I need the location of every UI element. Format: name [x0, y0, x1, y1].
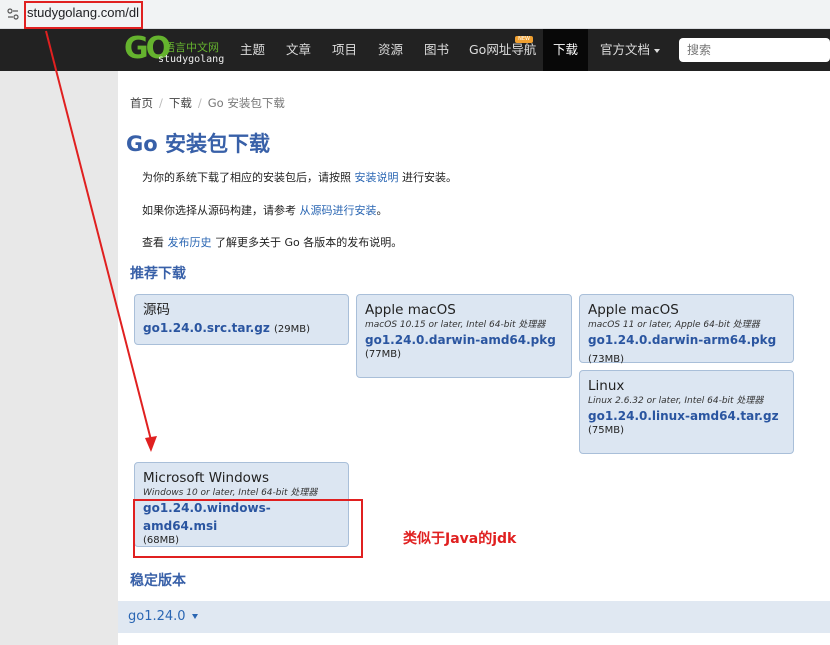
card-filename[interactable]: go1.24.0.darwin-arm64.pkg [588, 333, 776, 347]
release-history-paragraph: 查看 发布历史 了解更多关于 Go 各版本的发布说明。 [142, 234, 402, 250]
nav-item-download[interactable]: 下载 [543, 29, 589, 71]
nav-item-projects[interactable]: 项目 [332, 29, 357, 71]
download-card-mac-arm[interactable]: Apple macOS macOS 11 or later, Apple 64-… [579, 294, 794, 365]
card-filename[interactable]: go1.24.0.src.tar.gz [143, 321, 270, 335]
source-install-link[interactable]: 从源码进行安装 [300, 204, 377, 217]
card-title: Linux [588, 378, 625, 394]
nav-item-official-docs-label: 官方文档 [600, 42, 651, 57]
site-settings-icon[interactable] [6, 7, 20, 21]
breadcrumb-home[interactable]: 首页 [130, 96, 153, 110]
version-toggle[interactable]: go1.24.0 [128, 609, 198, 624]
breadcrumb-separator: / [159, 96, 163, 110]
card-subtitle: macOS 10.15 or later, Intel 64-bit 处理器 [365, 320, 546, 330]
card-subtitle: Windows 10 or later, Intel 64-bit 处理器 [143, 488, 318, 498]
p1-text-end: 进行安装。 [398, 171, 457, 184]
annotation-note: 类似于Java的jdk [403, 531, 517, 547]
page-title: Go 安装包下载 [126, 132, 270, 156]
p3-text-end: 了解更多关于 Go 各版本的发布说明。 [211, 236, 403, 249]
download-link-source[interactable]: go1.24.0.src.tar.gz (29MB) [143, 319, 340, 339]
card-filename[interactable]: go1.24.0.linux-amd64.tar.gz [588, 407, 785, 425]
p1-text: 为你的系统下载了相应的安装包后，请按照 [142, 171, 355, 184]
nav-item-books[interactable]: 图书 [424, 29, 449, 71]
card-title: Apple macOS [365, 302, 456, 318]
download-card-source[interactable]: 源码 go1.24.0.src.tar.gz (29MB) [134, 294, 349, 345]
card-subtitle: Linux 2.6.32 or later, Intel 64-bit 处理器 [588, 396, 764, 406]
card-subtitle: macOS 11 or later, Apple 64-bit 处理器 [588, 320, 760, 330]
breadcrumb-separator: / [197, 96, 202, 110]
card-title: Apple macOS [588, 302, 679, 318]
install-guide-link[interactable]: 安装说明 [355, 171, 399, 184]
breadcrumb-download[interactable]: 下载 [169, 96, 192, 110]
logo-chinese-text: 语言中文网 [164, 41, 219, 54]
nav-item-articles[interactable]: 文章 [286, 29, 311, 71]
p2-text: 如果你选择从源码构建，请参考 [142, 204, 300, 217]
chevron-down-icon [654, 48, 661, 53]
breadcrumb-current: Go 安装包下载 [207, 96, 285, 110]
nav-item-topics[interactable]: 主题 [240, 29, 265, 71]
download-card-linux[interactable]: Linux Linux 2.6.32 or later, Intel 64-bi… [579, 370, 794, 454]
left-gutter [0, 71, 118, 645]
logo-english-text: studygolang [158, 54, 225, 65]
windows-highlight-box [133, 499, 363, 558]
download-link-mac-arm[interactable]: go1.24.0.darwin-arm64.pkg (73MB) [588, 331, 785, 369]
site-logo[interactable]: GO 语言中文网 studygolang [124, 31, 254, 67]
version-label: go1.24.0 [128, 609, 186, 624]
card-size: (77MB) [365, 349, 402, 360]
url-highlight-box [24, 1, 143, 29]
p3-text: 查看 [142, 236, 168, 249]
new-badge: NEW [515, 36, 533, 43]
install-instructions-paragraph: 为你的系统下载了相应的安装包后，请按照 安装说明 进行安装。 [142, 169, 457, 185]
nav-item-resources[interactable]: 资源 [378, 29, 403, 71]
download-card-mac-intel[interactable]: Apple macOS macOS 10.15 or later, Intel … [356, 294, 572, 378]
nav-item-official-docs[interactable]: 官方文档 [600, 29, 661, 71]
caret-down-icon [191, 614, 198, 619]
version-selector[interactable]: go1.24.0 [118, 601, 830, 633]
card-size: (73MB) [588, 354, 625, 365]
card-size: (75MB) [588, 425, 625, 436]
card-filename[interactable]: go1.24.0.darwin-amd64.pkg [365, 331, 563, 349]
card-size: (29MB) [274, 324, 311, 335]
card-title: Microsoft Windows [143, 470, 269, 486]
breadcrumb: 首页 / 下载 / Go 安装包下载 [130, 95, 285, 111]
release-history-link[interactable]: 发布历史 [168, 236, 212, 249]
search-input[interactable] [679, 38, 830, 62]
p2-text-end: 。 [376, 204, 388, 217]
source-build-paragraph: 如果你选择从源码构建，请参考 从源码进行安装。 [142, 202, 388, 218]
recommended-section-title: 推荐下载 [130, 266, 186, 282]
card-title: 源码 [143, 302, 170, 318]
stable-section-title: 稳定版本 [130, 573, 186, 589]
top-navbar: GO 语言中文网 studygolang 主题 文章 项目 资源 图书 Go网址… [0, 29, 830, 71]
